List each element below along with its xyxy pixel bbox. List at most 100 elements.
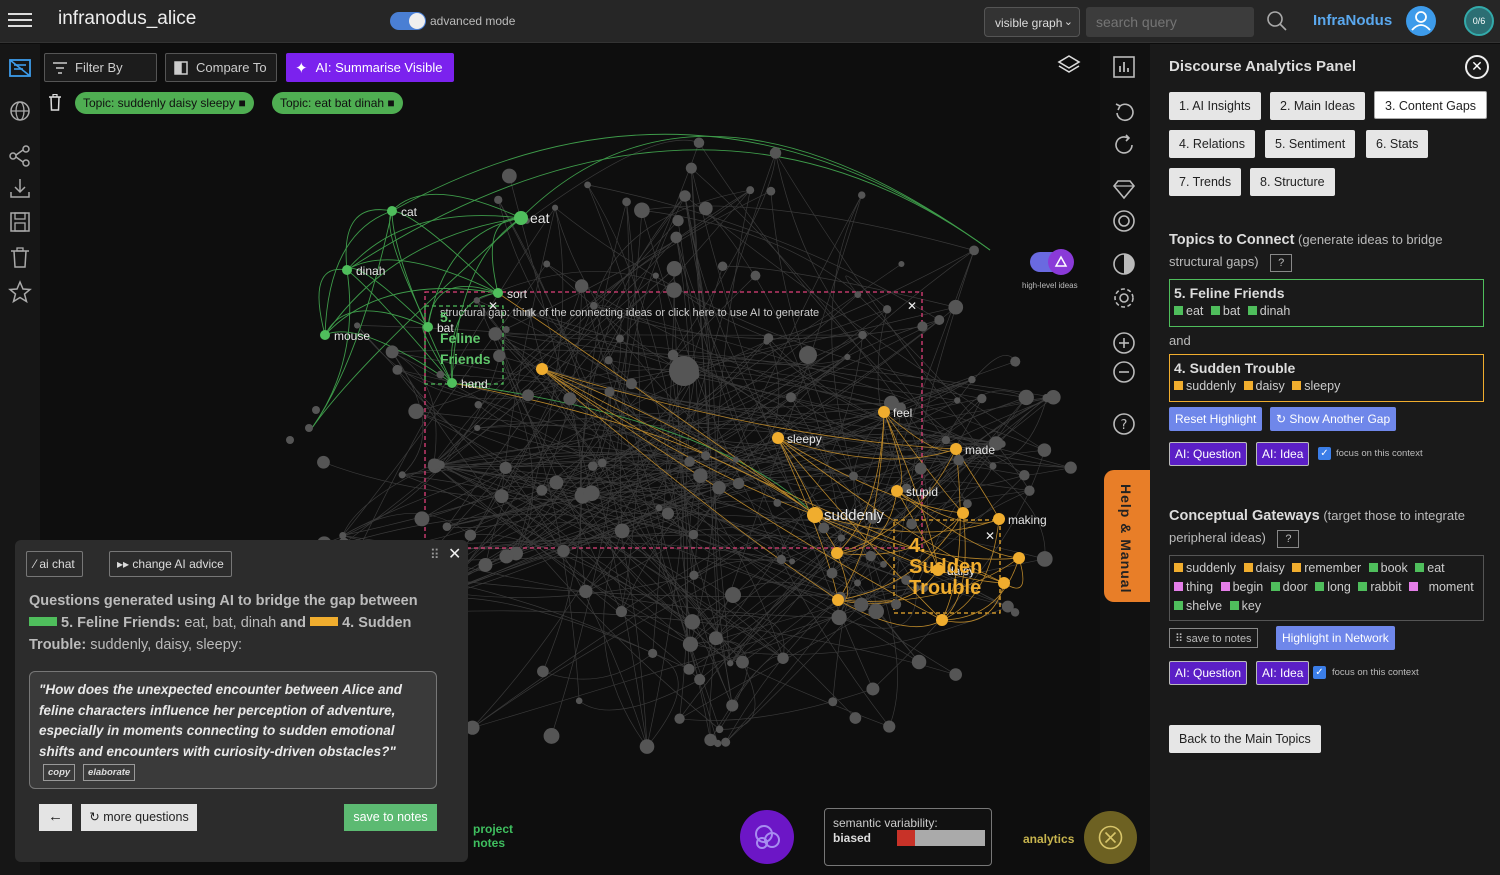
topic-b-node[interactable] [998,577,1010,589]
ai-question-button[interactable]: AI: Question [1169,442,1248,466]
topic-a-box[interactable]: 5. Feline Friends eat bat dinah [1169,279,1484,327]
gateway-word[interactable]: eat [1415,561,1445,575]
diamond-icon[interactable] [1112,177,1136,201]
help-manual-tab[interactable]: Help & Manual [1104,470,1150,602]
graph-node[interactable] [354,322,361,329]
text-view-icon[interactable] [8,56,32,80]
graph-node[interactable] [674,713,685,724]
graph-node[interactable] [882,305,892,314]
contrast-icon[interactable] [1112,252,1136,276]
node-label[interactable]: hand [461,377,488,391]
focus-context-checkbox[interactable]: ✓ [1313,666,1326,679]
node-label[interactable]: sleepy [787,432,822,446]
graph-node[interactable] [763,333,774,343]
graph-node[interactable] [954,397,961,404]
graph-node[interactable] [436,370,445,379]
semantic-variability-box[interactable]: semantic variability: biased [824,808,992,866]
zoom-out-icon[interactable] [1112,360,1136,384]
graph-node[interactable] [698,201,713,216]
graph-node[interactable] [849,471,858,481]
help-question-button[interactable]: ? [1270,253,1293,272]
save-icon[interactable] [8,210,32,234]
ai-chat-button[interactable]: ⁄ ai chat [26,551,83,577]
graph-node[interactable] [392,364,403,375]
graph-node[interactable] [704,733,717,747]
graph-node[interactable] [583,485,600,502]
drag-handle-icon[interactable]: ⠿ [430,547,440,563]
graph-node[interactable] [414,511,430,527]
graph-node[interactable] [826,567,838,579]
topic-b-node[interactable] [936,614,948,626]
graph-node[interactable] [969,245,979,256]
topic-a-node[interactable] [514,211,528,225]
topic-b-node[interactable] [807,507,823,523]
graph-node[interactable] [963,499,972,509]
ai-question-button[interactable]: AI: Question [1169,661,1248,685]
graph-node[interactable] [934,315,945,325]
graph-node[interactable] [917,321,928,332]
graph-node[interactable] [604,356,613,365]
graph-node[interactable] [557,544,570,558]
graph-node[interactable] [769,147,782,159]
graph-node[interactable] [493,349,506,363]
graph-node[interactable] [750,270,761,281]
advanced-mode-toggle[interactable] [390,12,426,30]
target-icon[interactable] [1112,209,1136,233]
node-label[interactable]: suddenly [824,507,885,524]
elaborate-button[interactable]: elaborate [82,764,136,781]
show-another-gap-button[interactable]: ↻ Show Another Gap [1270,407,1397,431]
tab-content-gaps[interactable]: 3. Content Gaps [1374,91,1488,119]
zoom-in-icon[interactable] [1112,331,1136,355]
menu-icon[interactable] [8,10,32,32]
graph-node[interactable] [713,634,724,645]
tab-relations[interactable]: 4. Relations [1169,130,1256,158]
graph-node[interactable] [1036,551,1053,567]
graph-node[interactable] [866,682,880,696]
graph-node[interactable] [666,282,682,298]
change-ai-advice-button[interactable]: ▸▸ change AI advice [109,551,232,577]
graph-node[interactable] [464,529,477,541]
graph-node[interactable] [536,484,548,496]
ai-idea-button[interactable]: AI: Idea [1256,442,1310,466]
user-avatar[interactable] [1406,6,1436,36]
trash-icon[interactable]: ■ [238,96,245,110]
node-label[interactable]: dinah [356,264,385,278]
graph-node[interactable] [474,424,481,432]
graph-node[interactable] [911,654,927,670]
graph-node[interactable] [693,137,705,149]
graph-node[interactable] [501,168,517,184]
graph-node[interactable] [552,204,559,211]
reset-all-icon[interactable] [1112,101,1136,125]
graph-node[interactable] [694,674,706,686]
gateway-word[interactable]: suddenly [1174,561,1236,575]
gateway-word[interactable]: thing [1174,580,1213,594]
graph-node[interactable] [442,522,452,531]
graph-node[interactable] [906,518,917,530]
tab-trends[interactable]: 7. Trends [1169,168,1242,196]
clear-topics-icon[interactable] [48,94,62,111]
graph-node[interactable] [604,386,615,397]
node-label[interactable]: sort [507,287,528,301]
graph-node[interactable] [574,279,589,293]
tab-ai-insights[interactable]: 1. AI Insights [1169,92,1261,120]
graph-node[interactable] [883,720,896,733]
graph-node[interactable] [473,297,481,304]
graph-node[interactable] [499,461,512,474]
graph-node[interactable] [575,697,583,705]
graph-view-select[interactable]: visible graph ⌄ [984,7,1080,37]
topic-a-node[interactable] [320,330,330,340]
topic-b-node[interactable] [993,513,1005,525]
topic-b-node[interactable] [957,507,969,519]
topic-b-node[interactable] [878,406,890,418]
node-label[interactable]: mouse [334,329,370,343]
graph-node[interactable] [543,260,551,268]
graph-node[interactable] [1024,485,1035,496]
ai-summarise-button[interactable]: ✦ AI: Summarise Visible [286,53,454,82]
graph-node[interactable] [725,587,741,603]
graph-node[interactable] [652,272,659,279]
graph-node[interactable] [766,186,776,196]
topic-b-box[interactable]: 4. Sudden Trouble suddenly daisy sleepy [1169,354,1484,402]
topic-a-node[interactable] [423,322,433,332]
graph-node[interactable] [474,400,483,409]
search-input[interactable] [1086,7,1254,37]
